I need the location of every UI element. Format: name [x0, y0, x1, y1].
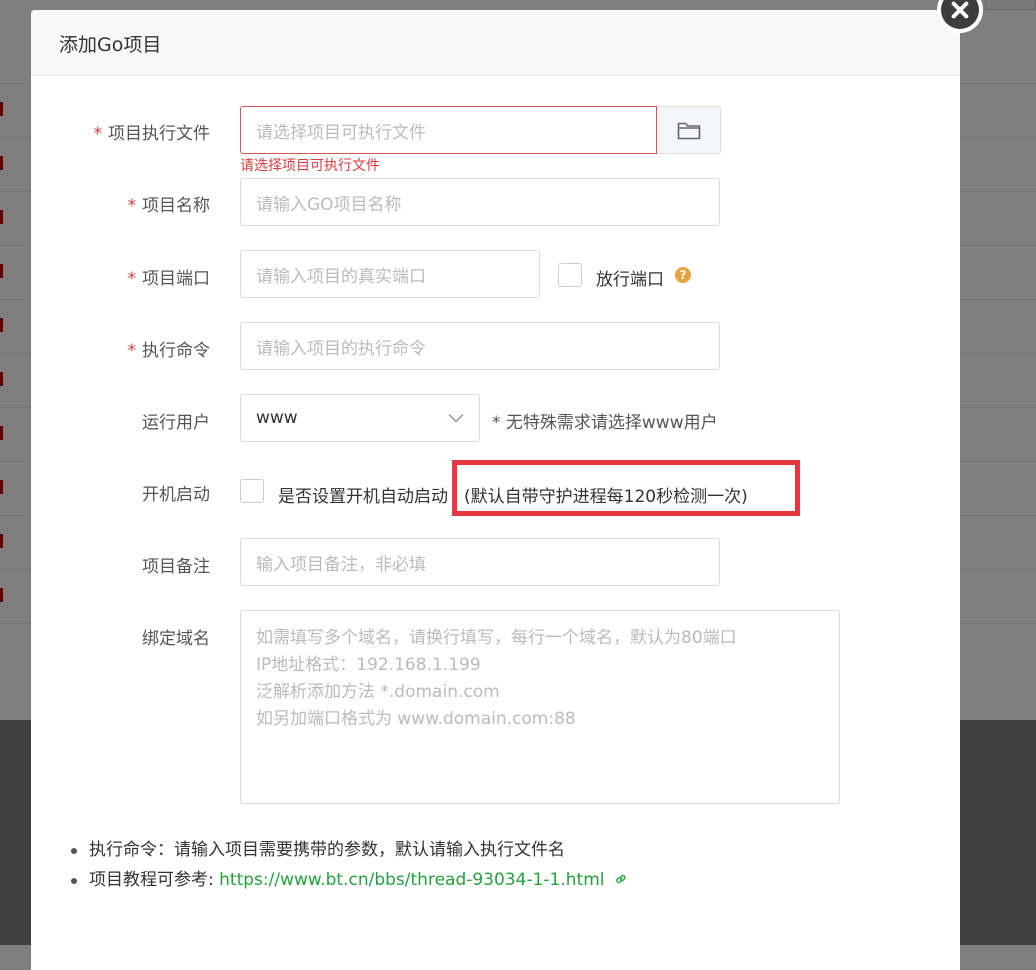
remark-label: 项目备注	[142, 557, 210, 577]
exec-file-input[interactable]: 请选择项目可执行文件	[240, 106, 657, 154]
tutorial-link[interactable]: https://www.bt.cn/bbs/thread-93034-1-1.h…	[219, 870, 604, 890]
add-go-project-dialog: 添加Go项目 * 项目执行文件 请选择项目可执行文件 请选择项目可执行文件 * 项目…	[31, 0, 983, 970]
autostart-label: 开机启动	[142, 485, 210, 505]
list-item: 执行命令：请输入项目需要携带的参数，默认请输入执行文件名	[71, 836, 628, 866]
project-port-label: * 项目端口	[127, 269, 211, 289]
open-port-label: 放行端口	[596, 270, 664, 290]
run-user-label: 运行用户	[142, 413, 210, 433]
run-user-select[interactable]: www	[240, 394, 480, 442]
domains-textarea[interactable]: 如需填写多个域名，请换行填写，每行一个域名，默认为80端口 IP地址格式：192…	[240, 610, 840, 804]
autostart-checkbox[interactable]	[240, 479, 264, 503]
exec-command-input[interactable]: 请输入项目的执行命令	[240, 322, 720, 370]
list-item: 项目教程可参考: https://www.bt.cn/bbs/thread-93…	[71, 866, 628, 896]
dialog-title: 添加Go项目	[31, 10, 960, 76]
autostart-checkbox-label: 是否设置开机自动启动	[278, 487, 448, 507]
open-port-checkbox[interactable]	[558, 263, 582, 287]
folder-icon	[677, 122, 700, 140]
project-port-input[interactable]: 请输入项目的真实端口	[240, 250, 540, 298]
exec-command-label: * 执行命令	[127, 341, 211, 361]
browse-file-button[interactable]	[657, 106, 721, 154]
chevron-down-icon	[448, 413, 464, 423]
project-name-input[interactable]: 请输入GO项目名称	[240, 178, 720, 226]
run-user-hint: * 无特殊需求请选择www用户	[492, 413, 718, 433]
tips-list: 执行命令：请输入项目需要携带的参数，默认请输入执行文件名 项目教程可参考: ht…	[71, 836, 628, 896]
highlight-annotation	[452, 460, 800, 516]
link-icon[interactable]	[614, 872, 628, 886]
help-icon[interactable]: ?	[675, 267, 691, 283]
remark-input[interactable]: 输入项目备注，非必填	[240, 538, 720, 586]
close-icon	[941, 0, 979, 29]
project-name-label: * 项目名称	[127, 196, 211, 216]
domains-label: 绑定域名	[142, 629, 210, 649]
exec-file-label: * 项目执行文件	[93, 124, 211, 144]
exec-file-error: 请选择项目可执行文件	[240, 158, 380, 174]
